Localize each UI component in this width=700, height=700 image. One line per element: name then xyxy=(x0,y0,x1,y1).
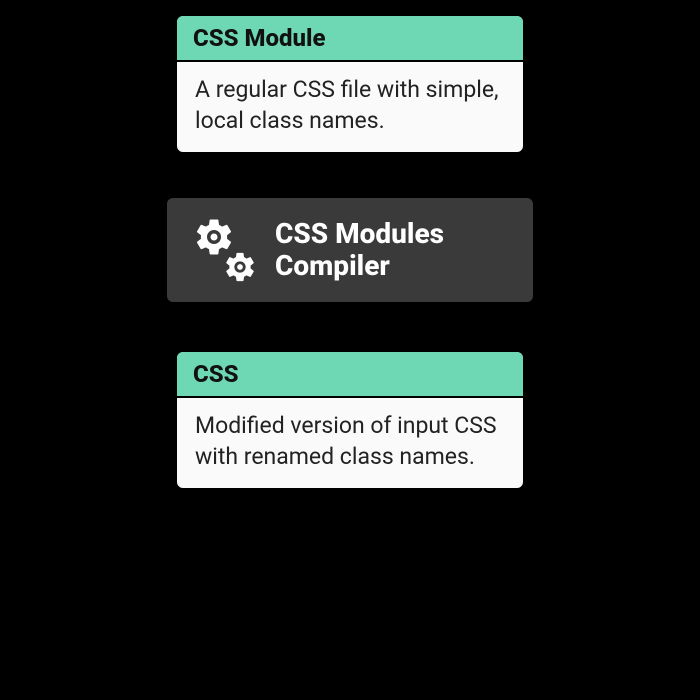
gear-small-icon xyxy=(223,250,257,284)
css-module-input-card: CSS Module A regular CSS file with simpl… xyxy=(175,14,525,154)
css-module-card-title: CSS Module xyxy=(177,16,523,62)
css-output-card-title: CSS xyxy=(177,352,523,398)
compiler-label: CSS Modules Compiler xyxy=(275,218,511,282)
css-output-card-description: Modified version of input CSS with renam… xyxy=(177,398,523,488)
css-output-card: CSS Modified version of input CSS with r… xyxy=(175,350,525,490)
compiler-box: CSS Modules Compiler xyxy=(165,196,535,304)
css-module-card-description: A regular CSS file with simple, local cl… xyxy=(177,62,523,152)
gears-icon xyxy=(189,216,259,284)
